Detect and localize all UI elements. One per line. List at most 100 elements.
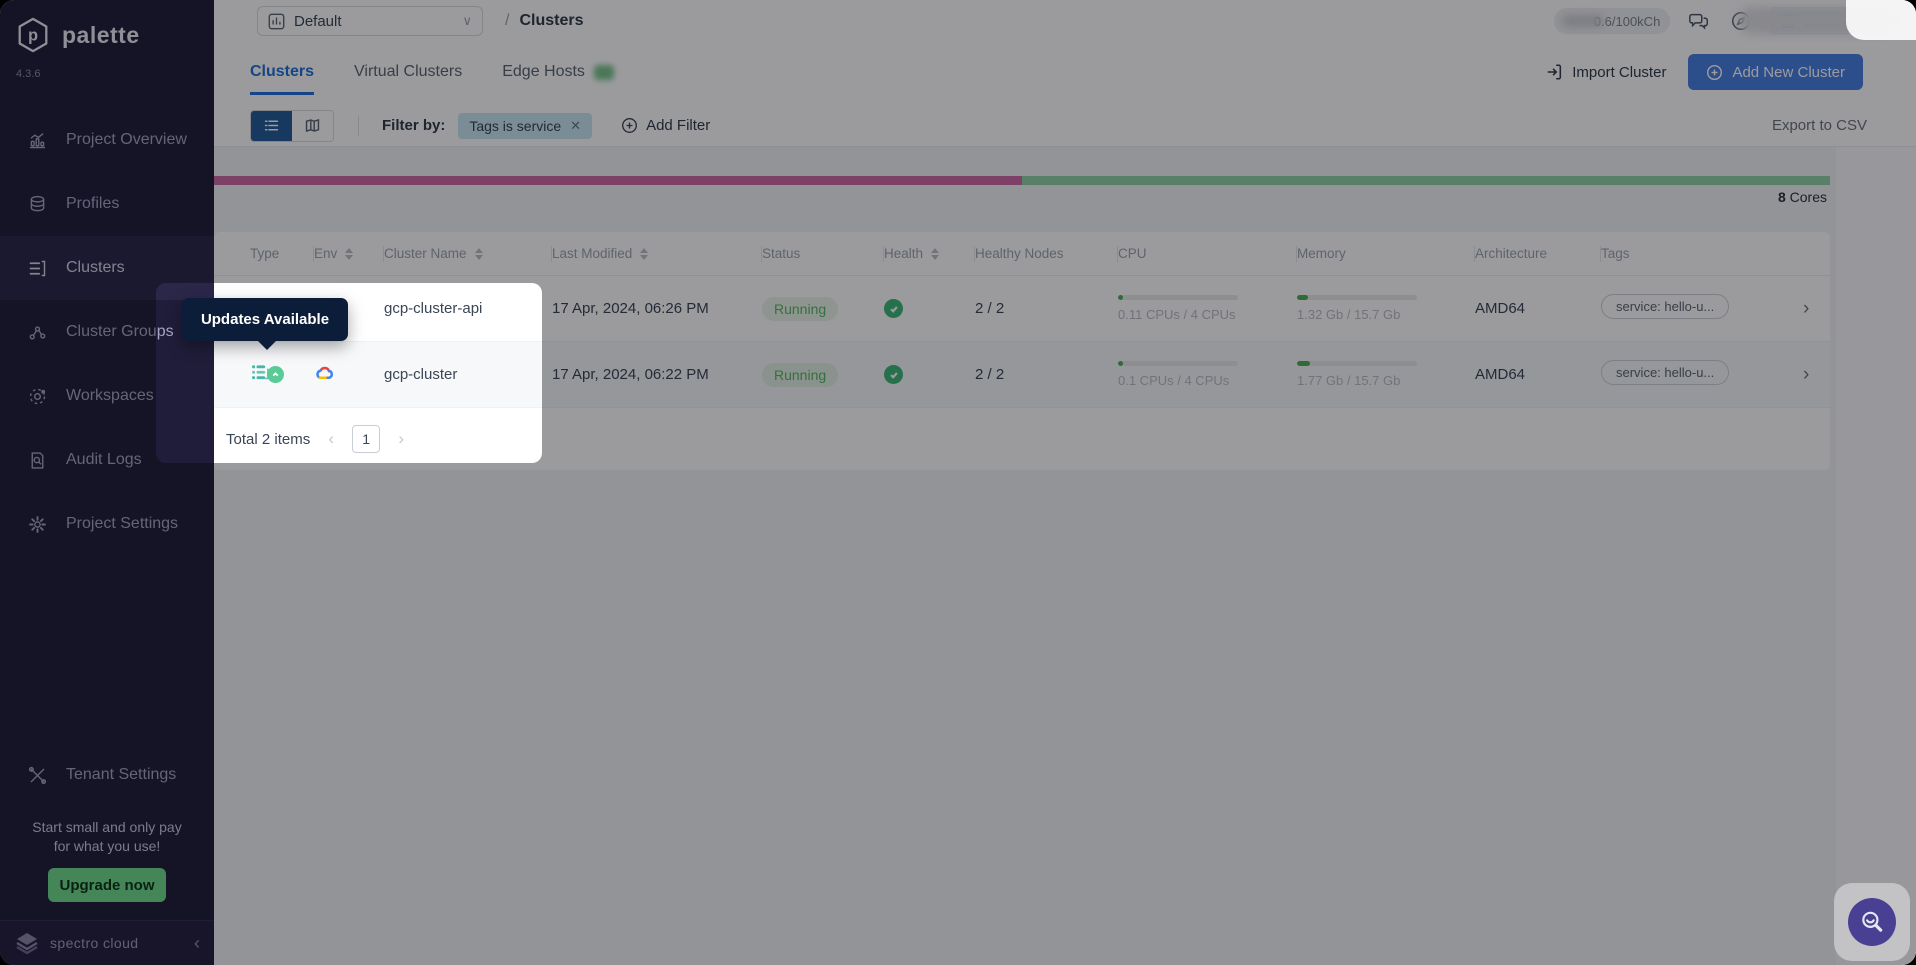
gear-icon (26, 513, 48, 535)
pagination-total: Total 2 items (226, 431, 310, 448)
column-header-tags: Tags (1601, 246, 1781, 262)
pagination: Total 2 items ‹ 1 › (214, 408, 1830, 470)
tab-count-badge-blurred (594, 65, 614, 80)
healthy-nodes: 2 / 2 (975, 300, 1118, 317)
column-label: Healthy Nodes (975, 246, 1064, 261)
breadcrumb: Clusters (519, 12, 583, 30)
import-cluster-label: Import Cluster (1572, 64, 1666, 81)
scrollbar-track[interactable] (1836, 147, 1916, 965)
page-number[interactable]: 1 (352, 425, 380, 453)
logo[interactable]: p palette (0, 0, 214, 54)
status-badge: Running (762, 297, 884, 321)
project-selector-value: Default (294, 13, 453, 30)
column-label: Memory (1297, 246, 1346, 261)
sidebar: p palette 4.3.6 Project OverviewProfiles… (0, 0, 214, 965)
divider (358, 116, 359, 136)
sidebar-item-label: Audit Logs (66, 451, 142, 469)
filter-row: Filter by: Tags is service ✕ Add Filter … (214, 105, 1916, 147)
column-header-architecture: Architecture (1475, 246, 1601, 262)
cluster-name[interactable]: gcp-cluster (384, 366, 552, 383)
sidebar-item-workspaces[interactable]: Workspaces (0, 364, 214, 428)
health-check-icon (884, 299, 975, 318)
assistant-widget (1834, 883, 1910, 961)
sidebar-item-project-overview[interactable]: Project Overview (0, 108, 214, 172)
tab-virtual-clusters[interactable]: Virtual Clusters (354, 63, 462, 95)
clusters-icon (26, 257, 48, 279)
tags: service: hello-u... (1601, 294, 1781, 323)
cores-label: 8 Cores (1778, 189, 1827, 205)
tabs-row: Clusters Virtual Clusters Edge Hosts Impor… (214, 42, 1916, 105)
list-view-button[interactable] (251, 111, 292, 141)
nodes-icon (26, 321, 48, 343)
column-label: CPU (1118, 246, 1147, 261)
chart-icon (26, 129, 48, 151)
filter-chip[interactable]: Tags is service ✕ (458, 113, 592, 139)
tags: service: hello-u... (1601, 360, 1781, 389)
column-header-env[interactable]: Env (314, 246, 384, 262)
map-view-button[interactable] (292, 111, 333, 141)
row-chevron-icon[interactable]: › (1781, 364, 1830, 386)
tab-edge-hosts[interactable]: Edge Hosts (502, 63, 614, 95)
prev-page-icon[interactable]: ‹ (324, 429, 338, 449)
sort-icon[interactable] (931, 248, 939, 260)
sort-icon[interactable] (345, 248, 353, 260)
breadcrumb-separator: / (505, 12, 509, 30)
usage-bar (214, 176, 1830, 185)
tools-icon (26, 764, 48, 786)
table-row-gcp-cluster-api[interactable]: gcp-cluster-api17 Apr, 2024, 06:26 PMRun… (214, 276, 1830, 342)
sort-icon[interactable] (475, 248, 483, 260)
sidebar-item-audit-logs[interactable]: Audit Logs (0, 428, 214, 492)
project-selector[interactable]: Default ∨ (257, 6, 483, 36)
topbar-right: 0.6/100kCh Docs (1554, 0, 1850, 42)
table-body: gcp-cluster-api17 Apr, 2024, 06:26 PMRun… (214, 276, 1830, 408)
sort-icon[interactable] (640, 248, 648, 260)
chat-icon[interactable] (1686, 8, 1712, 34)
column-header-health[interactable]: Health (884, 246, 975, 262)
column-header-type: Type (214, 246, 314, 262)
magnifier-smile-icon (1859, 909, 1885, 935)
content-area: 8 Cores Type EnvCluster NameLast Modified… (214, 147, 1916, 965)
row-chevron-icon[interactable]: › (1781, 298, 1830, 320)
add-filter-button[interactable]: Add Filter (621, 117, 710, 134)
status-badge: Running (762, 363, 884, 387)
usage-segment-1 (1022, 176, 1830, 185)
import-cluster-button[interactable]: Import Cluster (1539, 54, 1672, 90)
sidebar-footer: spectro cloud ‹ (0, 920, 214, 965)
last-modified: 17 Apr, 2024, 06:22 PM (552, 366, 762, 383)
column-header-cluster-name[interactable]: Cluster Name (384, 246, 552, 262)
table-row-gcp-cluster[interactable]: gcp-cluster17 Apr, 2024, 06:22 PMRunning… (214, 342, 1830, 408)
add-new-cluster-button[interactable]: Add New Cluster (1688, 54, 1863, 90)
last-modified: 17 Apr, 2024, 06:26 PM (552, 300, 762, 317)
sidebar-item-label: Project Settings (66, 515, 178, 533)
sidebar-item-label: Profiles (66, 195, 119, 213)
tooltip-text: Updates Available (201, 311, 329, 328)
next-page-icon[interactable]: › (394, 429, 408, 449)
column-label: Last Modified (552, 246, 632, 261)
tab-clusters[interactable]: Clusters (250, 63, 314, 95)
sidebar-item-clusters[interactable]: Clusters (0, 236, 214, 300)
upgrade-now-button[interactable]: Upgrade now (48, 868, 166, 902)
health-check-icon (884, 365, 975, 384)
column-header-last-modified[interactable]: Last Modified (552, 246, 762, 262)
credits-pill[interactable]: 0.6/100kCh (1554, 8, 1670, 34)
search-assistant-button[interactable] (1848, 898, 1896, 946)
column-label: Tags (1601, 246, 1630, 261)
credits-blurred-label (1562, 15, 1604, 27)
column-label: Type (250, 246, 279, 261)
architecture: AMD64 (1475, 300, 1601, 317)
cluster-name[interactable]: gcp-cluster-api (384, 300, 552, 317)
tab-label: Edge Hosts (502, 63, 585, 81)
remove-filter-icon[interactable]: ✕ (570, 118, 581, 134)
import-icon (1545, 63, 1563, 81)
updates-available-badge-icon[interactable] (267, 366, 284, 383)
tab-label: Virtual Clusters (354, 63, 462, 81)
add-filter-label: Add Filter (646, 117, 710, 134)
sidebar-item-profiles[interactable]: Profiles (0, 172, 214, 236)
env-gcp-icon (314, 365, 384, 385)
column-header-healthy-nodes: Healthy Nodes (975, 246, 1118, 262)
collapse-sidebar-icon[interactable]: ‹ (194, 933, 200, 954)
sidebar-tenant: Tenant Settings (0, 743, 214, 807)
sidebar-item-tenant-settings[interactable]: Tenant Settings (0, 743, 214, 807)
sidebar-item-project-settings[interactable]: Project Settings (0, 492, 214, 556)
export-to-csv-button[interactable]: Export to CSV (1772, 117, 1867, 134)
